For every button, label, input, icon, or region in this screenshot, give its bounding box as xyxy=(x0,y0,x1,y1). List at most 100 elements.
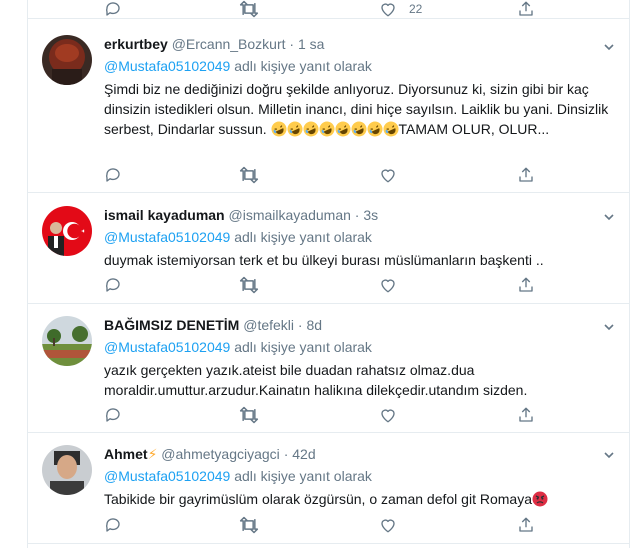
user-handle[interactable]: @ismailkayaduman xyxy=(229,207,351,223)
rolling-on-floor-laughing-emoji xyxy=(303,121,319,137)
share-icon xyxy=(519,407,533,422)
chevron-down-icon[interactable] xyxy=(603,321,615,333)
timestamp[interactable]: 42d xyxy=(292,446,315,462)
like-icon xyxy=(381,3,395,17)
timestamp[interactable]: 1 sa xyxy=(298,36,324,52)
lightning-emoji: ⚡ xyxy=(147,446,158,462)
tweet-text-tail: TAMAM OLUR, OLUR... xyxy=(398,121,550,137)
tweet-header: Ahmet⚡ @ahmetyagciyagci · 42d xyxy=(104,445,615,463)
mention-link[interactable]: @Mustafa05102049 xyxy=(104,468,230,484)
separator: · xyxy=(297,317,303,333)
share-icon xyxy=(519,1,533,16)
user-handle[interactable]: @ahmetyagciyagci xyxy=(161,446,280,462)
user-name[interactable]: Ahmet⚡ xyxy=(104,446,157,462)
chevron-down-icon[interactable] xyxy=(603,449,615,461)
tweet[interactable]: Ahmet⚡ @ahmetyagciyagci · 42d @Mustafa05… xyxy=(28,433,629,544)
tweet[interactable]: BAĞIMSIZ DENETİM @tefekli · 8d @Mustafa0… xyxy=(28,304,629,433)
user-name-text: Ahmet xyxy=(104,446,148,462)
like-button[interactable] xyxy=(379,405,397,425)
reply-icon xyxy=(105,518,120,532)
tweet[interactable]: erkurtbey @Ercann_Bozkurt · 1 sa @Mustaf… xyxy=(28,19,629,193)
tweet-header: erkurtbey @Ercann_Bozkurt · 1 sa xyxy=(104,35,615,53)
mention-link[interactable]: @Mustafa05102049 xyxy=(104,229,230,245)
user-handle[interactable]: @Ercann_Bozkurt xyxy=(172,36,286,52)
reply-context-label: adlı kişiye yanıt olarak xyxy=(234,468,372,484)
separator: · xyxy=(283,446,289,462)
tweet-header: ismail kayaduman @ismailkayaduman · 3s xyxy=(104,206,615,224)
tweet-actions xyxy=(104,515,544,535)
share-button[interactable] xyxy=(517,405,535,425)
user-name[interactable]: ismail kayaduman xyxy=(104,207,225,223)
chevron-down-icon[interactable] xyxy=(603,41,615,53)
tweet-text: Tabikide bir gayrimüslüm olarak özgürsün… xyxy=(104,489,615,509)
tweet[interactable]: ismail kayaduman @ismailkayaduman · 3s @… xyxy=(28,193,629,304)
timeline: 22 erkurtbey @Ercann_Bozkurt · 1 sa @Mus… xyxy=(27,0,630,548)
reply-button[interactable] xyxy=(104,165,122,185)
reply-context: @Mustafa05102049 adlı kişiye yanıt olara… xyxy=(104,57,615,75)
reply-context-label: adlı kişiye yanıt olarak xyxy=(234,339,372,355)
timestamp[interactable]: 3s xyxy=(363,207,378,223)
tweet-text-body: Tabikide bir gayrimüslüm olarak özgürsün… xyxy=(104,491,532,507)
separator: · xyxy=(289,36,295,52)
like-icon xyxy=(381,409,395,423)
avatar[interactable] xyxy=(42,316,92,366)
retweet-button[interactable] xyxy=(239,165,259,185)
reply-context-label: adlı kişiye yanıt olarak xyxy=(234,58,372,74)
rolling-on-floor-laughing-emoji xyxy=(367,121,383,137)
user-name[interactable]: BAĞIMSIZ DENETİM xyxy=(104,317,239,333)
timestamp[interactable]: 8d xyxy=(306,317,322,333)
share-button[interactable] xyxy=(517,515,535,535)
mention-link[interactable]: @Mustafa05102049 xyxy=(104,58,230,74)
previous-tweet[interactable]: 22 xyxy=(28,0,629,19)
like-button[interactable] xyxy=(379,165,397,185)
tweet-text: yazık gerçekten yazık.ateist bile duadan… xyxy=(104,362,528,398)
retweet-icon xyxy=(239,166,259,184)
reply-icon xyxy=(105,408,120,422)
retweet-icon xyxy=(239,276,259,294)
reply-button[interactable] xyxy=(104,275,122,295)
mention-link[interactable]: @Mustafa05102049 xyxy=(104,339,230,355)
tweet-actions: 22 xyxy=(104,0,544,19)
rolling-on-floor-laughing-emoji xyxy=(319,121,335,137)
like-count: 22 xyxy=(409,2,423,16)
tweet-actions xyxy=(104,275,544,295)
tweet-text: Şimdi biz ne dediğinizi doğru şekilde an… xyxy=(104,79,615,139)
share-icon xyxy=(519,517,533,532)
like-icon xyxy=(381,279,395,293)
reply-context: @Mustafa05102049 adlı kişiye yanıt olara… xyxy=(104,467,615,485)
reply-icon xyxy=(105,2,120,16)
tweet-header: BAĞIMSIZ DENETİM @tefekli · 8d xyxy=(104,316,615,334)
like-button[interactable]: 22 xyxy=(379,0,422,19)
rolling-on-floor-laughing-emoji xyxy=(351,121,367,137)
user-name[interactable]: erkurtbey xyxy=(104,36,168,52)
reply-context: @Mustafa05102049 adlı kişiye yanıt olara… xyxy=(104,338,615,356)
like-button[interactable] xyxy=(379,275,397,295)
avatar[interactable] xyxy=(42,206,92,256)
rolling-on-floor-laughing-emoji xyxy=(383,121,399,137)
reply-button[interactable] xyxy=(104,0,122,19)
user-handle[interactable]: @tefekli xyxy=(243,317,294,333)
share-button[interactable] xyxy=(517,0,535,19)
reply-button[interactable] xyxy=(104,515,122,535)
reply-context: @Mustafa05102049 adlı kişiye yanıt olara… xyxy=(104,228,615,246)
share-button[interactable] xyxy=(517,165,535,185)
retweet-button[interactable] xyxy=(239,515,259,535)
tweet-actions xyxy=(104,165,544,185)
retweet-button[interactable] xyxy=(239,0,259,19)
retweet-button[interactable] xyxy=(239,275,259,295)
avatar[interactable] xyxy=(42,35,92,85)
tweet-actions xyxy=(104,405,544,425)
like-icon xyxy=(381,169,395,183)
retweet-icon xyxy=(239,406,259,424)
avatar[interactable] xyxy=(42,445,92,495)
reply-icon xyxy=(105,278,120,292)
emoji-run xyxy=(271,121,399,137)
chevron-down-icon[interactable] xyxy=(603,211,615,223)
retweet-icon xyxy=(239,516,259,534)
like-button[interactable] xyxy=(379,515,397,535)
separator: · xyxy=(354,207,360,223)
reply-button[interactable] xyxy=(104,405,122,425)
retweet-button[interactable] xyxy=(239,405,259,425)
rolling-on-floor-laughing-emoji xyxy=(271,121,287,137)
share-button[interactable] xyxy=(517,275,535,295)
